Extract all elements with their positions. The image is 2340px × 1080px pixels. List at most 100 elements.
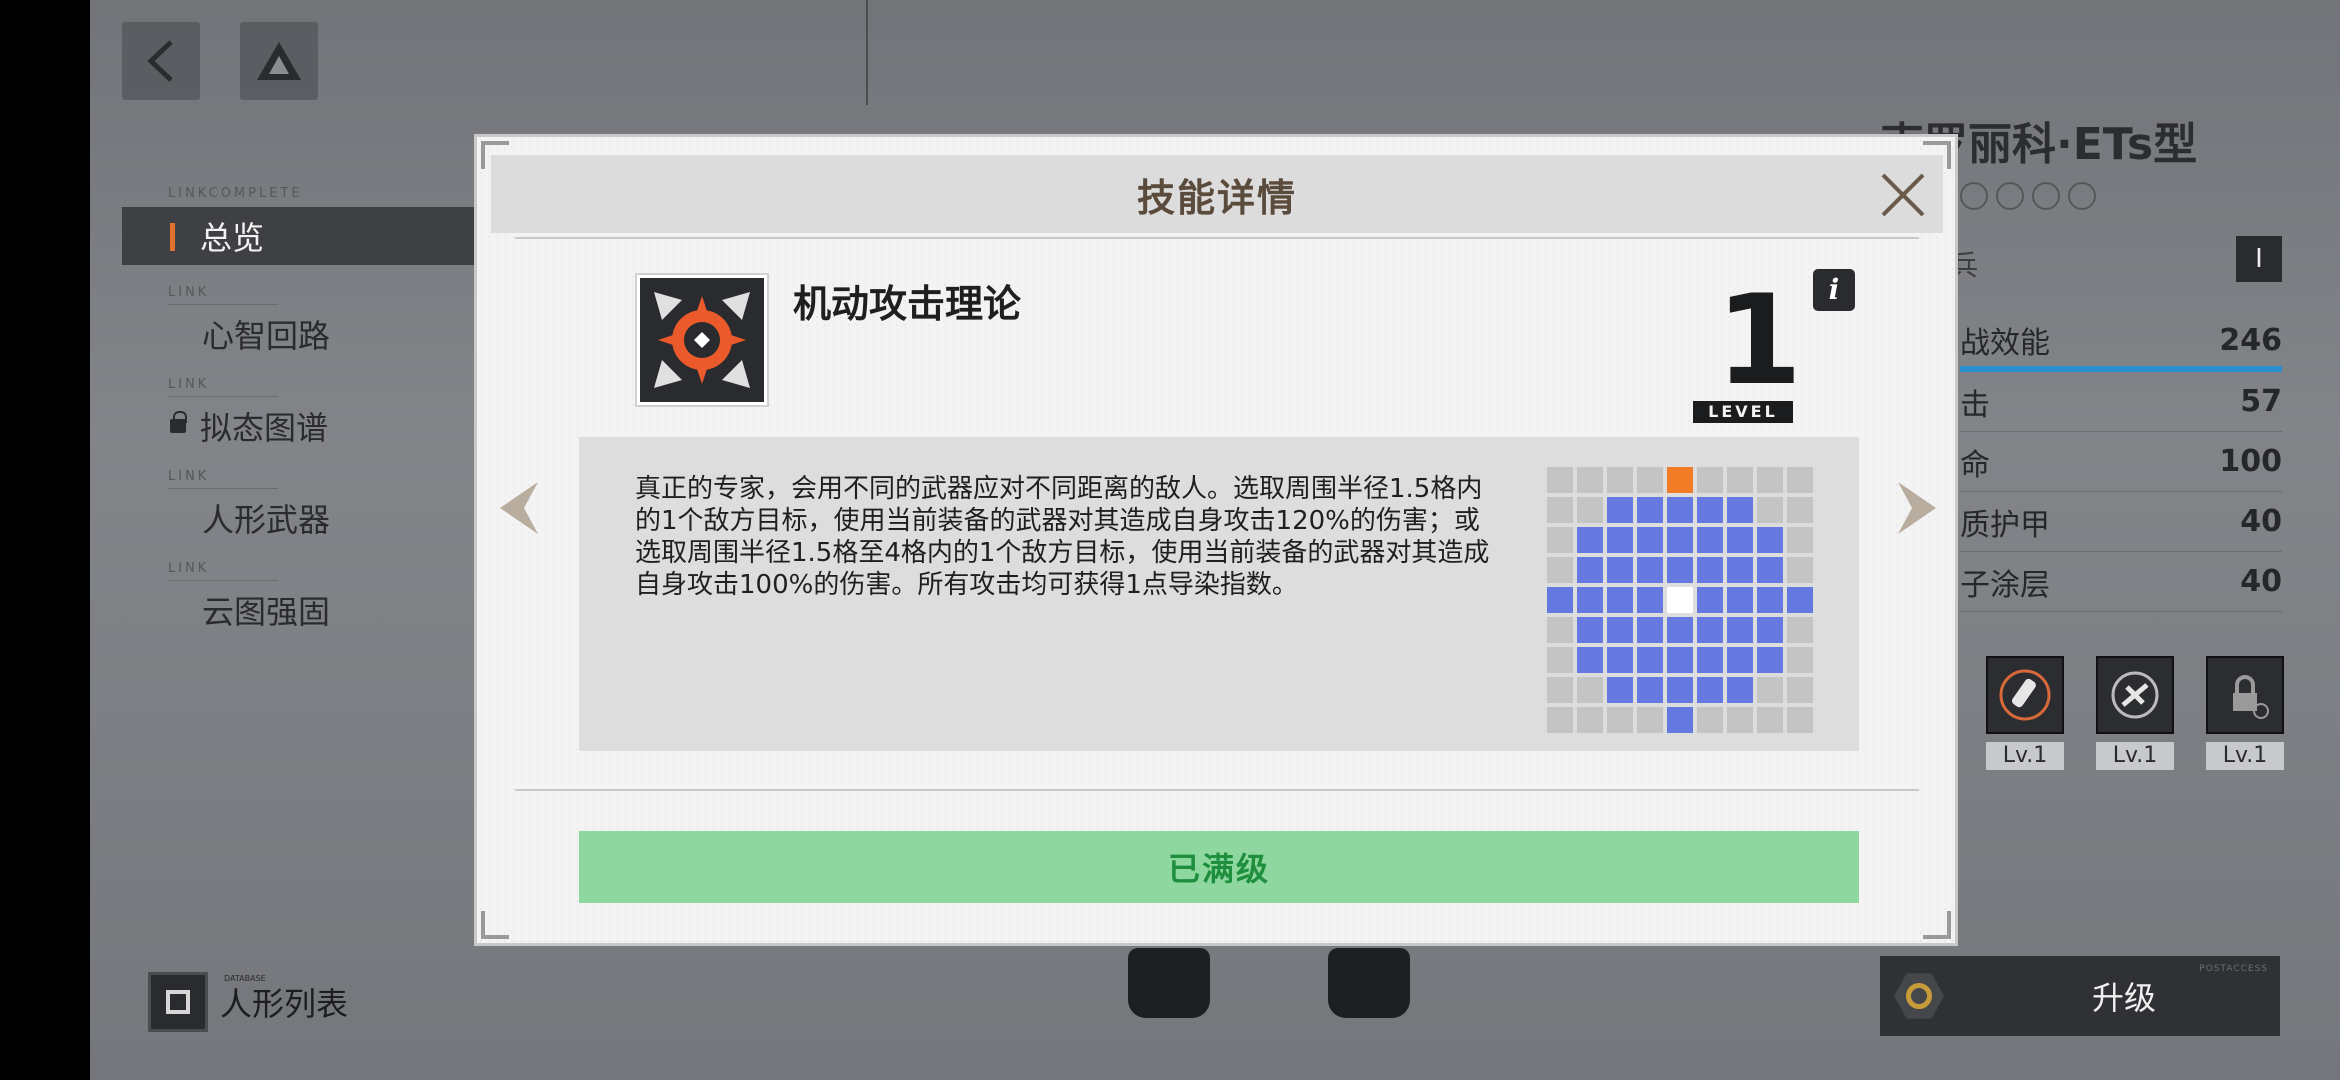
upgrade-button[interactable]: 升级 POSTACCESS bbox=[1880, 956, 2280, 1036]
range-cell bbox=[1667, 557, 1693, 583]
nav-active-tag: LINKCOMPLETE bbox=[168, 186, 303, 201]
range-cell bbox=[1547, 587, 1573, 613]
grid-cell bbox=[1547, 497, 1573, 523]
prev-skill-arrow-icon[interactable] bbox=[498, 480, 540, 536]
grid-cell bbox=[1547, 557, 1573, 583]
nav-item-doll-weapon[interactable]: LINK 人形武器 bbox=[122, 469, 532, 541]
range-cell bbox=[1727, 557, 1753, 583]
grid-cell bbox=[1547, 467, 1573, 493]
grid-cell bbox=[1727, 467, 1753, 493]
grid-cell bbox=[1547, 527, 1573, 553]
skill-level: Lv.1 bbox=[2206, 742, 2284, 770]
skill-slot-3[interactable]: Lv.1 bbox=[2206, 656, 2284, 770]
grid-cell bbox=[1787, 617, 1813, 643]
range-cell bbox=[1697, 527, 1723, 553]
nav-item-label: 心智回路 bbox=[202, 317, 331, 355]
stat-row: 命 100 bbox=[1960, 432, 2282, 492]
max-level-label: 已满级 bbox=[1167, 850, 1270, 888]
upgrade-label: 升级 bbox=[2092, 979, 2157, 1017]
range-cell bbox=[1607, 587, 1633, 613]
range-cell bbox=[1607, 527, 1633, 553]
range-cell bbox=[1667, 677, 1693, 703]
stat-label: 质护甲 bbox=[1960, 507, 2050, 543]
grid-cell bbox=[1547, 647, 1573, 673]
range-cell bbox=[1757, 557, 1783, 583]
upgrade-tag: POSTACCESS bbox=[2199, 964, 2268, 974]
range-cell bbox=[1757, 527, 1783, 553]
nav-tag: LINK bbox=[168, 561, 210, 576]
modal-header: 技能详情 bbox=[491, 155, 1943, 233]
back-arrow-icon bbox=[147, 40, 173, 82]
stat-value: 40 bbox=[2240, 504, 2282, 539]
upgrade-hex-icon bbox=[1894, 973, 1944, 1019]
close-icon[interactable] bbox=[1877, 169, 1929, 221]
next-skill-arrow-icon[interactable] bbox=[1896, 480, 1938, 536]
max-level-button[interactable]: 已满级 bbox=[579, 831, 1859, 903]
nav-item-label: 拟态图谱 bbox=[200, 409, 329, 447]
range-cell bbox=[1697, 557, 1723, 583]
range-cell bbox=[1667, 707, 1693, 733]
range-cell bbox=[1607, 617, 1633, 643]
range-cell bbox=[1757, 617, 1783, 643]
skill-detail-modal: 技能详情 机动攻击理论 i 1 LEVEL 真正的专家，会用不同的武器应对不同距… bbox=[474, 134, 1958, 946]
skill-emblem-icon bbox=[635, 273, 769, 407]
range-cell bbox=[1607, 647, 1633, 673]
range-cell bbox=[1577, 557, 1603, 583]
stat-value: 100 bbox=[2219, 444, 2282, 479]
nav-item-overview[interactable]: 总览 bbox=[122, 207, 502, 265]
range-cell bbox=[1697, 587, 1723, 613]
chain-icon bbox=[2096, 656, 2174, 734]
doll-list-button[interactable]: DATABASE 人形列表 bbox=[148, 972, 348, 1032]
stat-value: 246 bbox=[2219, 322, 2282, 358]
nav-tag: LINK bbox=[168, 377, 210, 392]
rocket-icon bbox=[1986, 656, 2064, 734]
chip-icon[interactable]: I bbox=[2236, 236, 2282, 282]
range-cell bbox=[1727, 497, 1753, 523]
nav-tag: LINK bbox=[168, 285, 210, 300]
grid-cell bbox=[1787, 497, 1813, 523]
grid-cell bbox=[1577, 497, 1603, 523]
nav-item-mind-circuit[interactable]: LINK 心智回路 bbox=[122, 285, 532, 357]
range-cell bbox=[1727, 617, 1753, 643]
home-button[interactable] bbox=[240, 22, 318, 100]
left-nav: LINKCOMPLETE 总览 LINK 心智回路 LINK 拟态图谱 LINK… bbox=[122, 186, 532, 633]
rank-dot-icon bbox=[1996, 182, 2024, 210]
skill-slots: Lv.1 Lv.1 Lv.1 bbox=[1986, 656, 2284, 770]
range-cell bbox=[1637, 527, 1663, 553]
nav-item-label: 人形武器 bbox=[202, 501, 331, 539]
locked-icon bbox=[2206, 656, 2284, 734]
grid-cell bbox=[1607, 707, 1633, 733]
grid-cell bbox=[1757, 707, 1783, 733]
nav-tag: LINK bbox=[168, 469, 210, 484]
grid-cell bbox=[1757, 497, 1783, 523]
rank-dot-icon bbox=[1960, 182, 1988, 210]
grid-cell bbox=[1577, 707, 1603, 733]
stat-label: 命 bbox=[1960, 447, 1990, 483]
skill-level-number: 1 bbox=[1715, 269, 1803, 413]
info-button[interactable]: i bbox=[1813, 269, 1855, 311]
grid-cell bbox=[1787, 647, 1813, 673]
skill-description-panel: 真正的专家，会用不同的武器应对不同距离的敌人。选取周围半径1.5格内的1个敌方目… bbox=[579, 437, 1859, 751]
back-button[interactable] bbox=[122, 22, 200, 100]
grid-cell bbox=[1547, 617, 1573, 643]
skill-description: 真正的专家，会用不同的武器应对不同距离的敌人。选取周围半径1.5格内的1个敌方目… bbox=[635, 474, 1490, 600]
range-cell bbox=[1577, 587, 1603, 613]
skill-level: Lv.1 bbox=[1986, 742, 2064, 770]
range-cell bbox=[1637, 497, 1663, 523]
stat-label: 战效能 bbox=[1960, 326, 2050, 361]
range-cell bbox=[1727, 527, 1753, 553]
range-cell bbox=[1637, 557, 1663, 583]
nav-item-cloud-reinforce[interactable]: LINK 云图强固 bbox=[122, 561, 532, 633]
grid-cell bbox=[1757, 677, 1783, 703]
range-cell bbox=[1637, 587, 1663, 613]
nav-item-mimic-spectrum[interactable]: LINK 拟态图谱 bbox=[122, 377, 532, 449]
range-cell bbox=[1607, 677, 1633, 703]
range-cell bbox=[1757, 647, 1783, 673]
grid-cell bbox=[1607, 467, 1633, 493]
character-boot bbox=[1128, 948, 1210, 1018]
range-cell bbox=[1667, 527, 1693, 553]
skill-slot-2[interactable]: Lv.1 bbox=[2096, 656, 2174, 770]
skill-slot-1[interactable]: Lv.1 bbox=[1986, 656, 2064, 770]
range-cell bbox=[1757, 587, 1783, 613]
doll-list-icon bbox=[148, 972, 208, 1032]
